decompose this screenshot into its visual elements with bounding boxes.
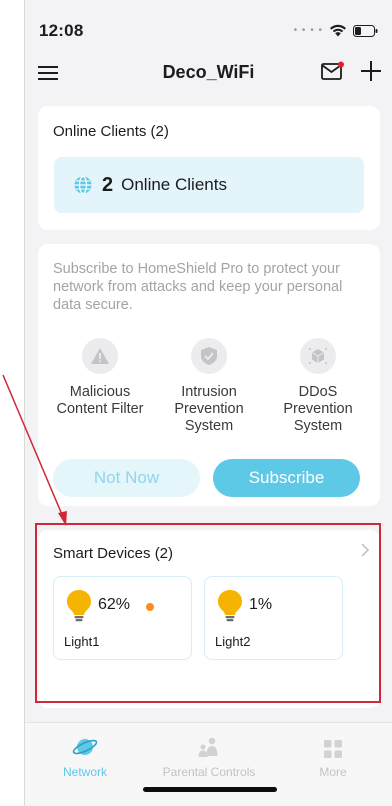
home-indicator[interactable] [143, 787, 277, 792]
feature-ddos-prevention: DDoS Prevention System [263, 338, 373, 435]
tab-network[interactable]: Network [25, 729, 145, 779]
planet-icon [72, 739, 98, 755]
nav-bar: Deco_WiFi [25, 50, 392, 96]
battery-icon [353, 24, 378, 37]
tab-bar: Network Parental Controls More [25, 722, 392, 806]
online-clients-count: 2 [102, 173, 114, 196]
warning-triangle-icon [82, 338, 118, 374]
status-time: 12:08 [39, 21, 84, 40]
feature-malicious-content-filter: Malicious Content Filter [45, 338, 155, 418]
add-button[interactable] [356, 56, 386, 86]
grid-icon [324, 740, 342, 758]
mail-icon [321, 61, 344, 80]
homeshield-description: Subscribe to HomeShield Pro to protect y… [53, 261, 343, 313]
online-clients-summary[interactable]: 2 Online Clients [54, 157, 364, 213]
wifi-icon [330, 24, 346, 37]
globe-icon [74, 176, 92, 194]
subscribe-button[interactable]: Subscribe [213, 459, 360, 497]
tab-label: Network [62, 765, 107, 779]
feature-label: Intrusion Prevention System [174, 384, 244, 434]
not-now-button[interactable]: Not Now [53, 459, 200, 497]
status-icons: • • • • [294, 24, 378, 37]
feature-label: Malicious Content Filter [56, 384, 144, 417]
plus-icon [361, 61, 381, 81]
signal-dots-icon: • • • • [293, 25, 323, 36]
annotation-highlight-box [35, 523, 381, 703]
shield-check-icon [191, 338, 227, 374]
tab-label: Parental Controls [162, 765, 256, 779]
ddos-cube-icon [300, 338, 336, 374]
tab-label: More [319, 765, 347, 779]
tab-more[interactable]: More [273, 729, 392, 779]
online-clients-label: Online Clients [121, 175, 227, 194]
online-clients-title: Online Clients (2) [53, 123, 169, 140]
feature-label: DDoS Prevention System [283, 384, 353, 434]
status-bar: 12:08 • • • • [25, 0, 392, 50]
family-icon [198, 737, 218, 757]
feature-intrusion-prevention: Intrusion Prevention System [154, 338, 264, 435]
online-clients-card[interactable]: Online Clients (2) 2 Online Clients [38, 106, 380, 230]
tab-parental-controls[interactable]: Parental Controls [149, 729, 269, 779]
homeshield-card: Subscribe to HomeShield Pro to protect y… [38, 244, 380, 506]
messages-button[interactable] [318, 56, 348, 86]
